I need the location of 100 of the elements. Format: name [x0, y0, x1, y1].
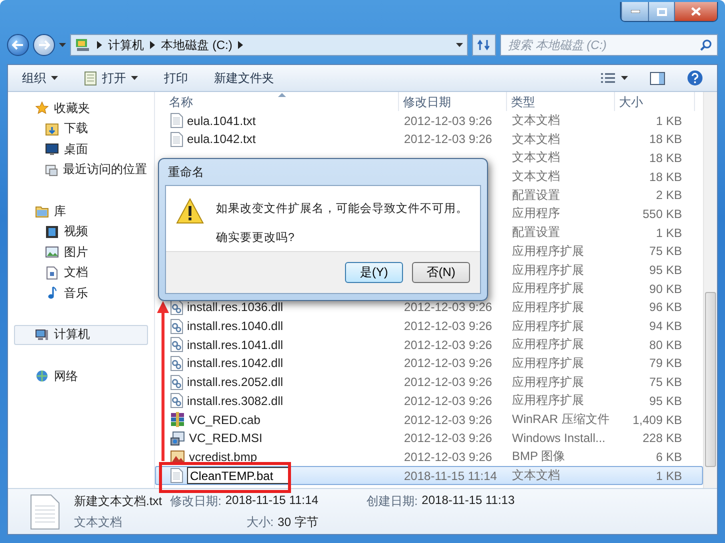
gear-document-icon — [170, 374, 183, 390]
sidebar-item[interactable]: 计算机 — [14, 324, 148, 345]
warning-icon — [176, 198, 204, 224]
dialog-question: 确实要更改吗? — [216, 230, 296, 245]
preview-pane-icon — [650, 72, 665, 84]
sidebar-item[interactable]: 桌面 — [14, 139, 148, 160]
sidebar-item[interactable]: 最近访问的位置 — [14, 160, 148, 180]
file-name: eula.1041.txt — [187, 114, 256, 128]
breadcrumb[interactable]: 本地磁盘 (C:) — [161, 36, 232, 54]
toolbar-button[interactable]: 打开 — [84, 70, 138, 86]
column-header[interactable]: 修改日期 — [399, 92, 507, 111]
network-icon — [35, 369, 49, 384]
notepad-icon — [84, 70, 97, 86]
field-label: 修改日期: — [170, 492, 222, 510]
back-arrow-icon — [12, 40, 24, 50]
address-bar[interactable]: 计算机 本地磁盘 (C:) — [70, 34, 468, 56]
file-type: 应用程序扩展 — [512, 393, 584, 408]
sidebar-item[interactable]: 网络 — [14, 366, 148, 386]
search-input[interactable]: 搜索 本地磁盘 (C:) — [506, 37, 700, 53]
sidebar-item[interactable]: 收藏夹 — [14, 98, 148, 118]
back-button[interactable] — [7, 34, 29, 56]
field-value: 30 字节 — [278, 514, 318, 530]
file-row[interactable]: vcredist.bmp 2012-12-03 9:26 BMP 图像 6 KB — [155, 447, 703, 466]
computer-icon — [35, 328, 49, 342]
file-row[interactable]: install.res.1040.dll 2012-12-03 9:26 应用程序扩展 94 KB — [155, 316, 703, 336]
gear-document-icon — [170, 300, 183, 315]
document-icon — [170, 113, 183, 128]
search-field[interactable]: 搜索 本地磁盘 (C:) — [500, 34, 718, 56]
toolbar-button[interactable]: 新建文件夹 — [214, 70, 274, 86]
refresh-button[interactable] — [472, 34, 496, 56]
file-row[interactable]: install.res.1042.dll 2012-12-03 9:26 应用程序扩展 79 KB — [155, 354, 703, 373]
file-row[interactable]: install.res.1041.dll 2012-12-03 9:26 应用程序扩展 80 KB — [155, 335, 703, 354]
help-button[interactable] — [687, 70, 703, 86]
file-type: 文本文档 — [512, 132, 560, 146]
file-row[interactable]: eula.1041.txt 2012-12-03 9:26 文本文档 1 KB — [155, 111, 703, 130]
modified-date: 2012-12-03 9:26 — [404, 375, 492, 390]
file-size: 90 KB — [649, 282, 682, 296]
document-icon — [170, 132, 183, 147]
file-size: 228 KB — [642, 431, 682, 446]
file-name: install.res.3082.dll — [187, 394, 284, 408]
caret-icon — [621, 76, 628, 80]
file-row[interactable]: install.res.2052.dll 2012-12-03 9:26 应用程序扩展 75 KB — [155, 372, 703, 392]
file-row[interactable]: CleanTEMP.bat 2018-11-15 11:14 文本文档 1 KB — [155, 466, 703, 485]
file-name: VC_RED.MSI — [189, 431, 262, 446]
help-icon — [687, 70, 703, 86]
file-name: VC_RED.cab — [189, 412, 260, 426]
file-type: 配置设置 — [512, 188, 560, 202]
sidebar-item[interactable]: 图片 — [14, 242, 148, 262]
file-type: 应用程序扩展 — [512, 374, 584, 389]
modified-date: 2012-12-03 9:26 — [404, 412, 492, 426]
modified-date: 2012-12-03 9:26 — [404, 114, 492, 128]
recent-places-icon — [45, 162, 58, 177]
toolbar-button[interactable]: 组织 — [22, 70, 58, 86]
toolbar-button[interactable]: 打印 — [164, 70, 188, 86]
scrollbar[interactable] — [703, 92, 717, 488]
dialog-button[interactable]: 否(N) — [412, 262, 470, 283]
modified-date: 2012-12-03 9:26 — [404, 431, 492, 446]
field-value: 2018-11-15 11:14 — [225, 492, 318, 508]
dialog-button[interactable]: 是(Y) — [345, 262, 403, 283]
field-value: 2018-11-15 11:13 — [422, 492, 515, 508]
file-type: WinRAR 压缩文件 — [512, 412, 610, 426]
modified-date: 2012-12-03 9:26 — [404, 356, 492, 370]
minimize-button[interactable] — [621, 2, 648, 21]
file-name: install.res.2052.dll — [187, 375, 284, 390]
forward-button[interactable] — [33, 34, 55, 56]
file-row[interactable]: VC_RED.cab 2012-12-03 9:26 WinRAR 压缩文件 1,409 KB — [155, 410, 703, 429]
rename-field[interactable]: CleanTEMP.bat — [187, 467, 291, 484]
file-name: vcredist.bmp — [189, 450, 258, 464]
file-size: 1 KB — [656, 468, 682, 483]
file-size: 95 KB — [649, 394, 682, 408]
file-row[interactable]: VC_RED.MSI 2012-12-03 9:26 Windows Install... 228 KB — [155, 428, 703, 448]
search-icon — [700, 39, 712, 51]
film-icon — [45, 224, 59, 239]
close-button[interactable] — [674, 2, 717, 21]
close-icon — [691, 7, 701, 16]
archive-icon — [170, 412, 185, 427]
file-row[interactable]: install.res.3082.dll 2012-12-03 9:26 应用程序扩展 95 KB — [155, 391, 703, 410]
music-note-icon — [45, 286, 59, 300]
view-options-button[interactable] — [600, 72, 628, 84]
preview-pane-button[interactable] — [650, 72, 665, 84]
sidebar-item[interactable]: 库 — [14, 201, 148, 222]
file-row[interactable]: eula.1042.txt 2012-12-03 9:26 文本文档 18 KB — [155, 130, 703, 148]
file-type: 应用程序扩展 — [512, 337, 584, 352]
modified-date: 2012-12-03 9:26 — [404, 300, 492, 314]
file-size: 80 KB — [649, 338, 682, 352]
sidebar-item[interactable]: 文档 — [14, 262, 148, 283]
file-size: 75 KB — [649, 244, 682, 258]
folder-icon — [45, 122, 59, 136]
column-header[interactable]: 类型 — [507, 92, 615, 111]
maximize-button[interactable] — [648, 2, 674, 21]
image-icon — [170, 449, 185, 464]
sidebar-item[interactable]: 视频 — [14, 222, 148, 242]
breadcrumb[interactable]: 计算机 — [108, 36, 144, 54]
modified-date: 2018-11-15 11:14 — [404, 468, 497, 483]
column-header[interactable]: 大小 — [615, 92, 695, 111]
sidebar-item[interactable]: 音乐 — [14, 283, 148, 304]
modified-date: 2012-12-03 9:26 — [404, 132, 492, 146]
sidebar-item[interactable]: 下载 — [14, 118, 148, 139]
computer-icon — [75, 38, 91, 52]
gear-document-icon — [170, 318, 183, 334]
